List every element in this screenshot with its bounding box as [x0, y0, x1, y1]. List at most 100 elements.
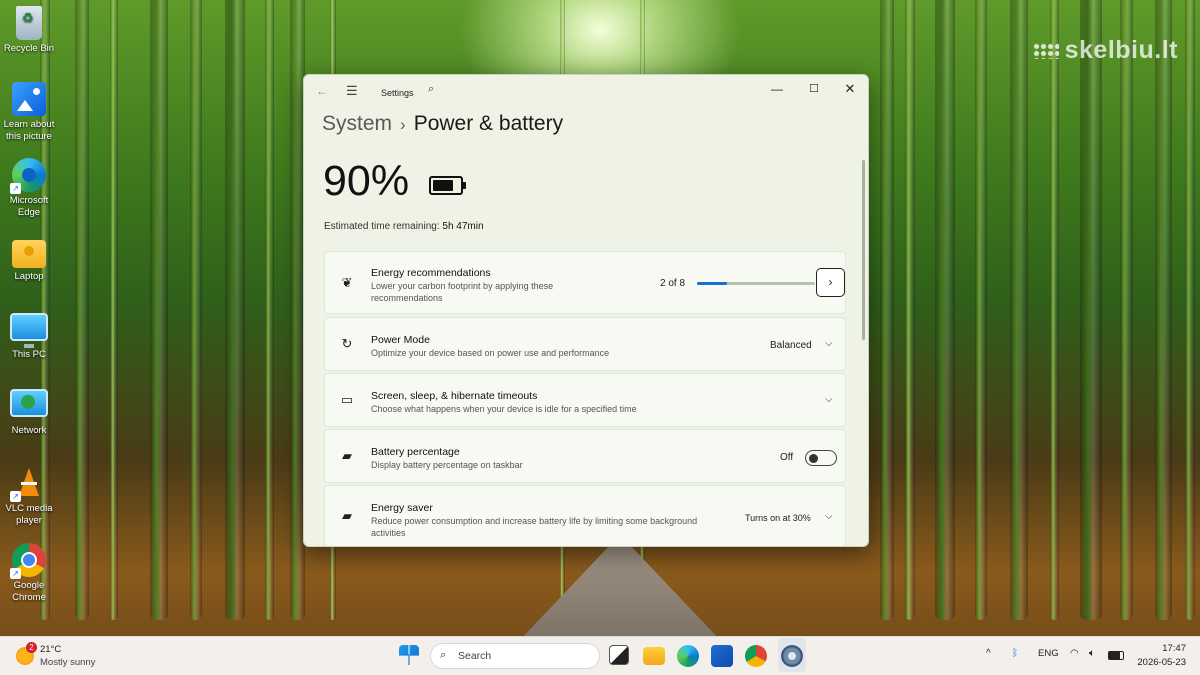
edge-icon[interactable]	[677, 645, 699, 667]
battery-icon	[429, 176, 466, 195]
volume-icon[interactable]: 🔈︎	[1089, 648, 1095, 659]
battery-fill	[433, 180, 453, 191]
maximize-button[interactable]: ☐	[796, 78, 832, 100]
desktop-icon-learn-picture[interactable]: Learn about this picture	[3, 82, 55, 143]
vlc-icon: ↗	[10, 466, 46, 502]
microsoft-store-icon[interactable]	[711, 645, 733, 667]
desktop-icon-laptop[interactable]: Laptop	[3, 236, 55, 283]
battery-tray-icon[interactable]	[1108, 651, 1124, 660]
desktop-icon-label: Network	[11, 425, 47, 436]
bamboo-stalk	[1080, 0, 1102, 620]
show-hidden-icons-chevron[interactable]: ^	[986, 648, 991, 659]
desktop-icon-chrome[interactable]: ↗ Google Chrome	[3, 543, 55, 604]
edge-icon: ↗	[10, 158, 46, 194]
breadcrumb: System › Power & battery	[322, 112, 563, 136]
estimate-value: 5h 47min	[442, 221, 484, 232]
breadcrumb-system-link[interactable]: System	[322, 112, 392, 135]
system-clock[interactable]: 17:47 2026-05-23	[1137, 642, 1186, 670]
recommendations-progress-bar	[697, 282, 815, 285]
clock-date: 2026-05-23	[1137, 657, 1186, 668]
card-title: Screen, sleep, & hibernate timeouts	[371, 390, 538, 402]
card-title: Power Mode	[371, 334, 430, 346]
power-mode-card[interactable]: ↻ Power Mode Optimize your device based …	[324, 317, 846, 371]
chevron-down-icon[interactable]: ⌵	[825, 511, 833, 522]
card-description: Choose what happens when your device is …	[371, 404, 637, 414]
bamboo-stalk	[150, 0, 168, 620]
desktop-icon-label: Learn about this picture	[3, 119, 55, 142]
close-button[interactable]: ✕	[832, 78, 868, 100]
battery-percentage: 90%	[323, 157, 410, 205]
desktop-icon-this-pc[interactable]: This PC	[3, 313, 55, 361]
battery-charging-icon: ▰	[342, 448, 352, 463]
bamboo-stalk	[1050, 0, 1059, 620]
card-title: Energy recommendations	[371, 267, 491, 279]
leaf-icon: ❦	[341, 275, 353, 290]
bamboo-stalk	[265, 0, 274, 620]
bluetooth-icon[interactable]: ᛒ	[1012, 648, 1018, 659]
power-mode-dropdown[interactable]: Balanced	[770, 340, 812, 351]
page-title: Power & battery	[413, 112, 564, 135]
bamboo-stalk	[975, 0, 987, 620]
toggle-state-label: Off	[780, 452, 794, 463]
input-language[interactable]: ENG	[1038, 648, 1059, 659]
chrome-icon[interactable]	[745, 645, 767, 667]
desktop-icon-vlc[interactable]: ↗ VLC media player	[3, 466, 55, 527]
back-arrow-icon[interactable]: ←	[316, 84, 328, 98]
monitor-icon	[10, 313, 48, 348]
desktop-icon-label: Laptop	[14, 271, 44, 282]
bamboo-stalk	[225, 0, 245, 620]
bamboo-stalk	[1155, 0, 1172, 620]
bamboo-stalk	[190, 0, 202, 620]
taskbar: 2 21°C Mostly sunny ⌕ Search ^ ᛒ ENG ◠ 🔈…	[0, 636, 1200, 675]
settings-window: ← ☰ Settings ⌕ — ☐ ✕ System › Power & batt…	[303, 74, 869, 547]
chevron-down-icon[interactable]: ⌵	[825, 338, 833, 349]
desktop-icon-network[interactable]: Network	[3, 389, 55, 437]
start-button-windows-icon[interactable]	[399, 645, 419, 665]
search-icon: ⌕	[440, 649, 447, 661]
chrome-icon: ↗	[10, 543, 46, 579]
estimated-time: Estimated time remaining: 5h 47min	[324, 221, 484, 232]
desktop-icon-label: VLC media player	[5, 503, 53, 526]
watermark: skelbiu.lt	[1032, 36, 1178, 65]
settings-gear-icon[interactable]	[781, 645, 803, 667]
title-bar: ← ☰ Settings ⌕ — ☐ ✕	[304, 75, 868, 111]
breadcrumb-separator: ›	[400, 115, 406, 134]
task-view-icon[interactable]	[609, 645, 629, 665]
weather-condition: Mostly sunny	[40, 657, 96, 668]
minimize-button[interactable]: —	[759, 78, 795, 100]
search-icon[interactable]: ⌕	[428, 83, 434, 96]
next-recommendation-button[interactable]: ›	[816, 268, 845, 297]
bamboo-stalk	[905, 0, 915, 620]
clock-time: 17:47	[1162, 643, 1186, 654]
screen-sleep-timeouts-card[interactable]: ▭ Screen, sleep, & hibernate timeouts Ch…	[324, 373, 846, 427]
network-icon	[10, 389, 48, 417]
bamboo-stalk	[935, 0, 955, 620]
desktop-icon-recycle-bin[interactable]: ♻ Recycle Bin	[3, 6, 55, 55]
bamboo-stalk	[1185, 0, 1195, 620]
screen-sleep-icon: ▭	[340, 392, 354, 407]
scrollbar[interactable]	[862, 160, 865, 340]
energy-saver-icon: ▰	[342, 508, 352, 523]
battery-percentage-toggle[interactable]	[805, 450, 837, 466]
file-explorer-icon[interactable]	[643, 647, 665, 665]
taskbar-search-box[interactable]: ⌕ Search	[430, 643, 600, 669]
desktop-icon-label: This PC	[12, 349, 46, 360]
energy-saver-card[interactable]: ▰ Energy saver Reduce power consumption …	[324, 485, 846, 546]
wifi-icon[interactable]: ◠	[1070, 648, 1079, 659]
card-title: Energy saver	[371, 502, 433, 514]
notification-badge: 2	[26, 642, 37, 653]
energy-saver-threshold: Turns on at 30%	[745, 513, 811, 523]
picture-icon	[12, 82, 46, 116]
chevron-down-icon[interactable]: ⌵	[825, 394, 833, 405]
battery-percentage-card: ▰ Battery percentage Display battery per…	[324, 429, 846, 483]
desktop-icon-edge[interactable]: ↗ Microsoft Edge	[3, 158, 55, 219]
bamboo-stalk	[75, 0, 89, 620]
desktop-icon-label: Recycle Bin	[3, 43, 55, 54]
energy-recommendations-card[interactable]: ❦ Energy recommendations Lower your carb…	[324, 251, 846, 314]
recommendations-count: 2 of 8	[660, 278, 686, 289]
desktop-icon-label: Google Chrome	[12, 580, 46, 603]
hamburger-menu-icon[interactable]: ☰	[346, 83, 358, 99]
card-description: Display battery percentage on taskbar	[371, 460, 523, 470]
search-label: Search	[458, 650, 492, 662]
bamboo-stalk	[880, 0, 894, 620]
